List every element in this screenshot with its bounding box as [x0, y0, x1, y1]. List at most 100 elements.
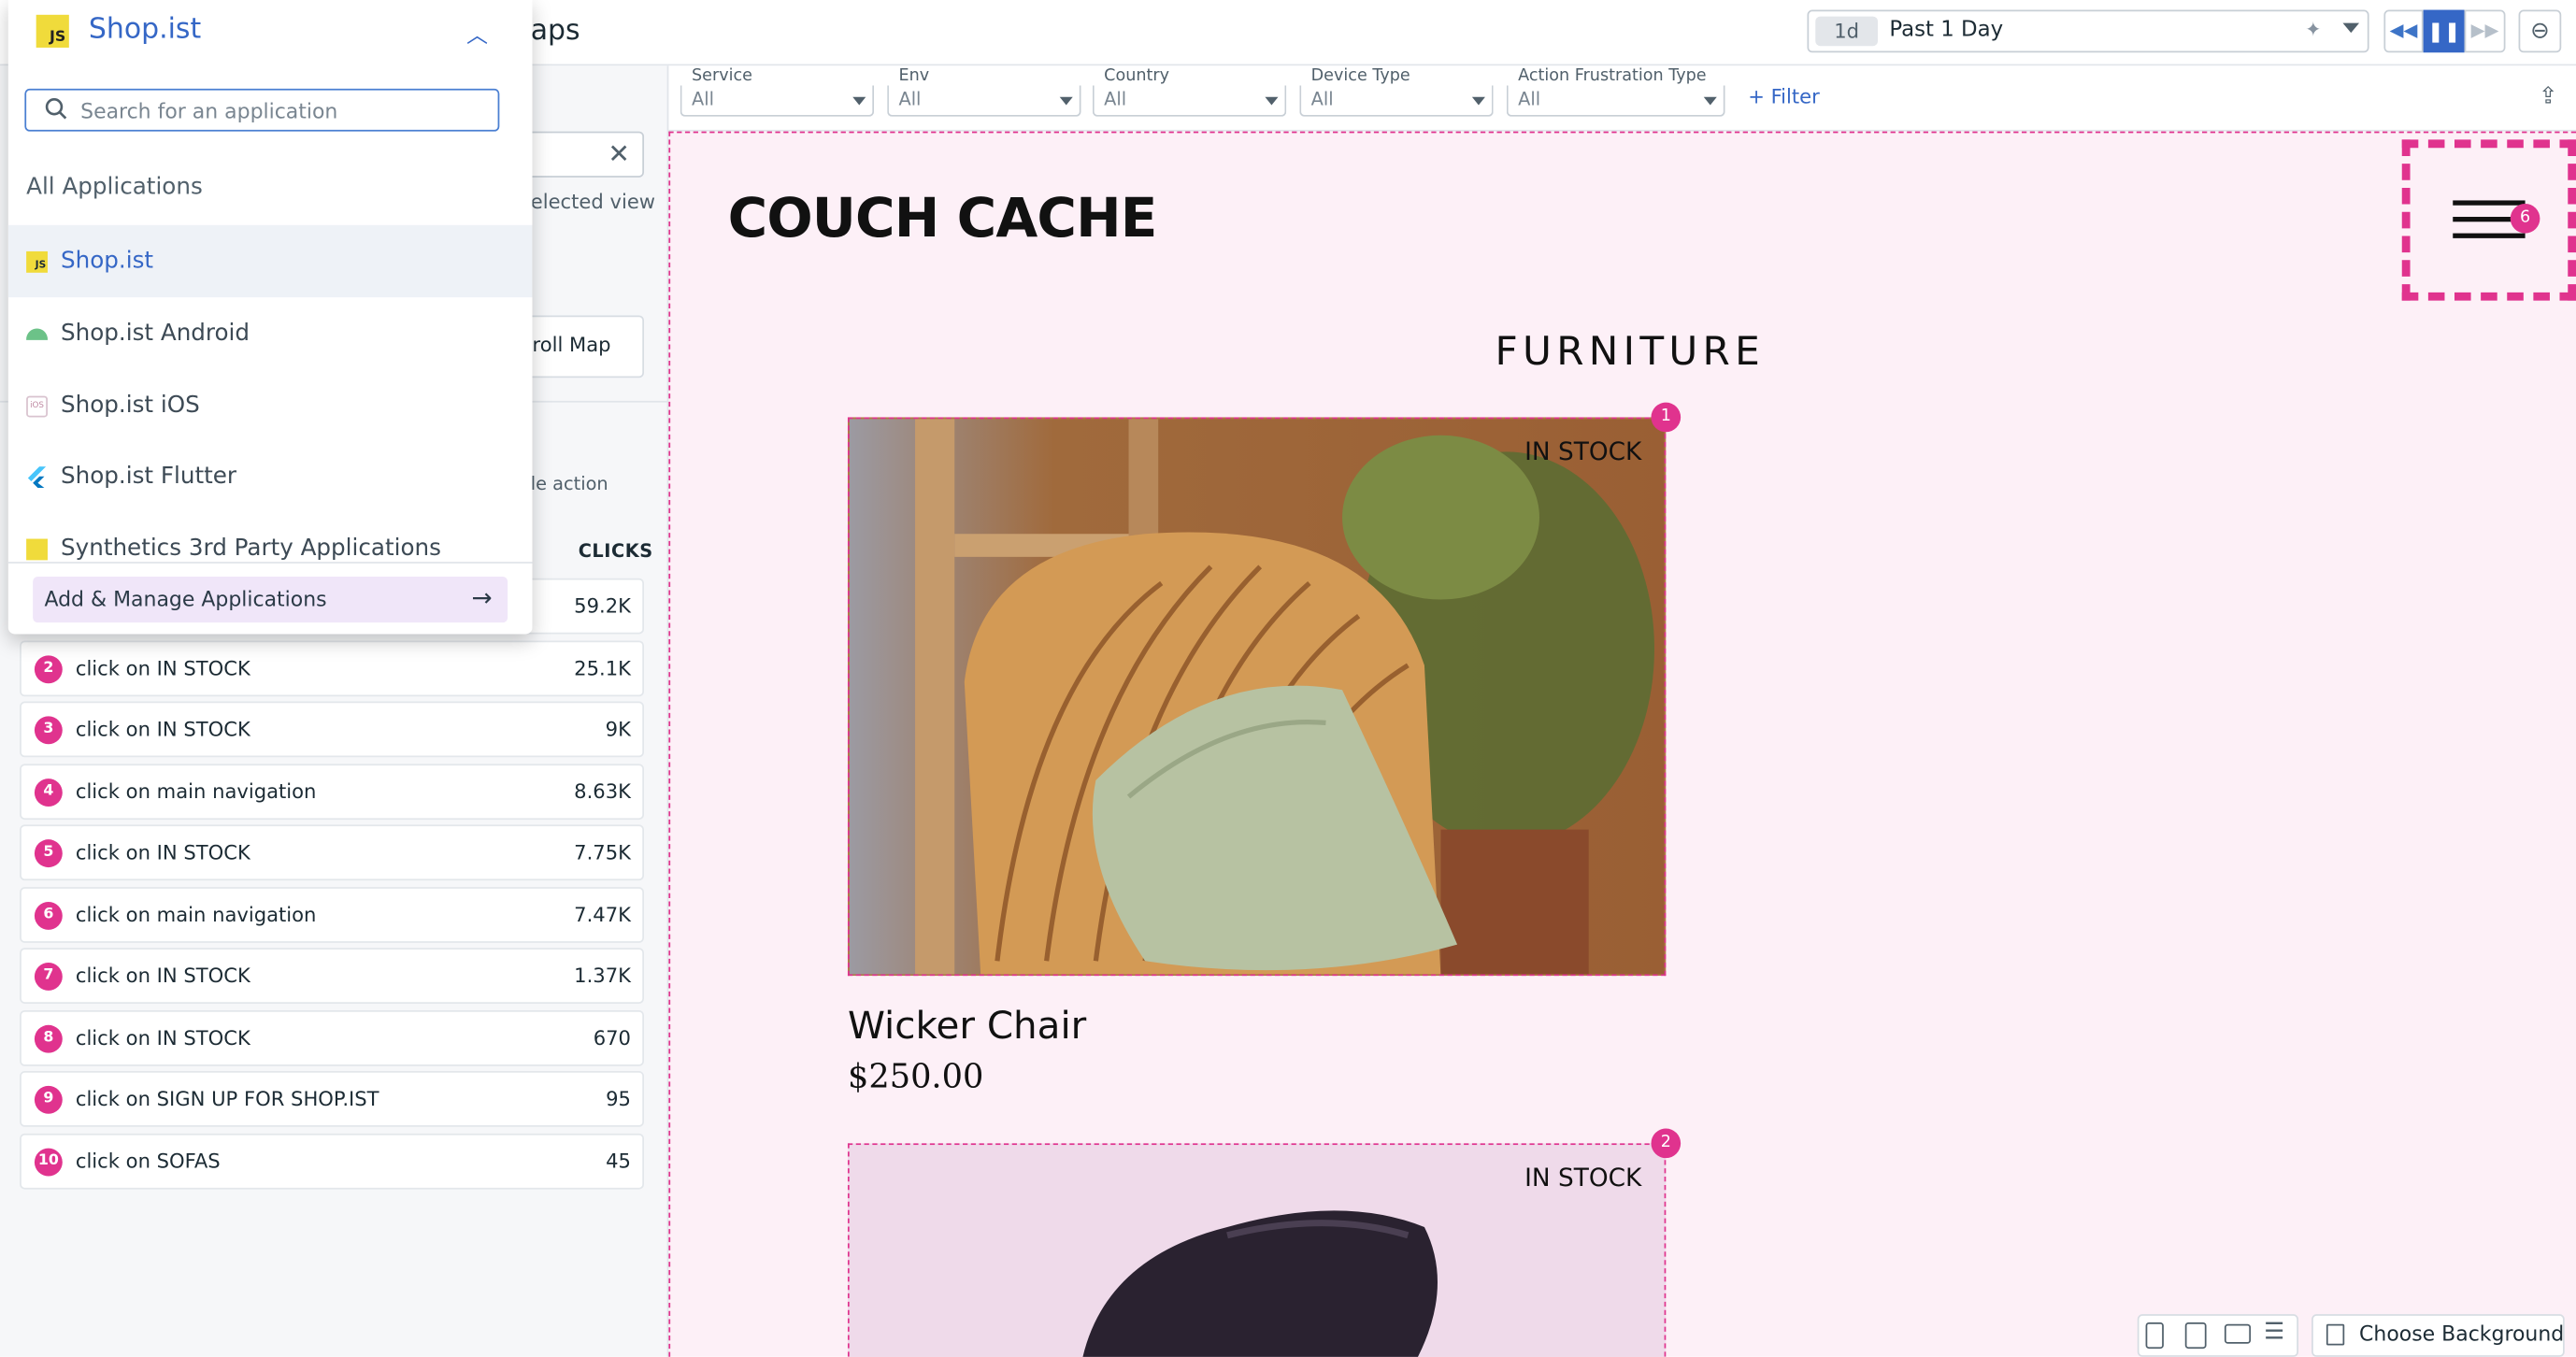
action-label: click on IN STOCK: [75, 1026, 250, 1050]
pause-button[interactable]: ❚❚: [2423, 9, 2465, 53]
rank-badge: 6: [34, 901, 63, 930]
filter-action-frustration-type[interactable]: Action Frustration Type All: [1506, 67, 1725, 117]
table-row[interactable]: 6 click on main navigation 7.47K: [20, 887, 645, 943]
choose-background-label[interactable]: Choose Background: [2359, 1321, 2564, 1345]
table-row[interactable]: 10 click on SOFAS 45: [20, 1133, 645, 1190]
action-label: click on IN STOCK: [75, 657, 250, 680]
chevron-up-icon[interactable]: ︿: [466, 18, 488, 49]
filter-service[interactable]: Service All: [680, 67, 875, 117]
search-icon: [45, 98, 67, 120]
filter-label: Device Type: [1310, 67, 1410, 86]
table-row[interactable]: 3 click on IN STOCK 9K: [20, 701, 645, 758]
scroll-map-label[interactable]: roll Map: [532, 334, 610, 357]
chevron-down-icon: [1703, 96, 1717, 106]
click-count: 8.63K: [574, 779, 631, 804]
heatmap-badge[interactable]: 2: [1651, 1128, 1682, 1159]
stock-label[interactable]: IN STOCK: [1524, 1163, 1641, 1193]
app-item-shop-ist-flutter[interactable]: Shop.ist Flutter: [8, 440, 533, 512]
add-filter-button[interactable]: + Filter: [1748, 82, 1820, 112]
table-row[interactable]: 9 click on SIGN UP FOR SHOP.IST 95: [20, 1071, 645, 1127]
table-row[interactable]: 8 click on IN STOCK 670: [20, 1009, 645, 1066]
app-item-label: Synthetics 3rd Party Applications: [61, 536, 441, 563]
click-count: 670: [593, 1026, 631, 1050]
filter-value: All: [898, 88, 922, 110]
mobile-device-icon[interactable]: [2145, 1321, 2164, 1350]
filter-value: All: [691, 88, 714, 110]
selected-app-title[interactable]: Shop.ist: [89, 13, 201, 46]
app-search-input[interactable]: [80, 94, 492, 125]
app-item-label: Shop.ist iOS: [61, 393, 200, 420]
action-label: click on IN STOCK: [75, 840, 250, 864]
action-hint-text: le action: [530, 473, 608, 495]
product-image[interactable]: [847, 417, 1667, 977]
filter-device-type[interactable]: Device Type All: [1299, 67, 1494, 117]
clicks-column-header: CLICKS: [578, 540, 653, 563]
table-row[interactable]: 5 click on IN STOCK 7.75K: [20, 824, 645, 881]
settings-sliders-icon[interactable]: ☰: [2264, 1319, 2284, 1345]
all-applications-item[interactable]: All Applications: [26, 174, 203, 200]
rank-badge: 4: [34, 778, 63, 807]
rank-badge: 10: [34, 1148, 63, 1177]
filter-env[interactable]: Env All: [887, 67, 1081, 117]
action-label: click on main navigation: [75, 779, 317, 804]
action-label: click on IN STOCK: [75, 964, 250, 988]
app-item-shop-ist-ios[interactable]: iOS Shop.ist iOS: [8, 369, 533, 441]
click-count: 95: [606, 1087, 631, 1111]
rank-badge: 5: [34, 839, 63, 868]
table-row[interactable]: 7 click on IN STOCK 1.37K: [20, 948, 645, 1004]
heatmap-badge[interactable]: 6: [2510, 203, 2540, 234]
click-count: 59.2K: [574, 594, 631, 618]
click-count: 7.47K: [574, 903, 631, 927]
app-item-synthetics[interactable]: Synthetics 3rd Party Applications: [8, 512, 533, 562]
share-icon[interactable]: ⇪: [2533, 82, 2563, 112]
filter-label: Action Frustration Type: [1518, 67, 1707, 86]
rank-badge: 2: [34, 655, 63, 684]
flutter-icon: [27, 466, 47, 489]
site-title: COUCH CACHE: [727, 185, 1158, 250]
click-count: 9K: [605, 718, 631, 741]
js-logo-icon: JS: [36, 14, 69, 48]
table-row[interactable]: 2 click on IN STOCK 25.1K: [20, 640, 645, 697]
click-count: 45: [606, 1150, 631, 1173]
manage-applications-label[interactable]: Add & Manage Applications: [44, 586, 326, 610]
rank-badge: 3: [34, 716, 63, 745]
filter-label: Service: [691, 67, 752, 86]
tablet-device-icon[interactable]: [2184, 1321, 2207, 1350]
click-count: 25.1K: [574, 657, 631, 680]
heatmap-badge[interactable]: 1: [1651, 402, 1682, 433]
filter-value: All: [1518, 88, 1541, 110]
app-item-label: Shop.ist Android: [61, 320, 250, 347]
action-label: click on main navigation: [75, 903, 317, 927]
table-row[interactable]: 4 click on main navigation 8.63K: [20, 764, 645, 821]
app-item-shop-ist[interactable]: JS Shop.ist: [7, 224, 533, 298]
js-icon: [26, 538, 48, 561]
chevron-down-icon: [1471, 96, 1485, 106]
page-title: aps: [530, 14, 580, 48]
rank-badge: 9: [34, 1085, 63, 1114]
arrow-right-icon[interactable]: →: [471, 583, 492, 613]
desktop-device-icon[interactable]: [2224, 1323, 2252, 1344]
close-icon[interactable]: ✕: [608, 139, 630, 169]
filter-country[interactable]: Country All: [1092, 67, 1287, 117]
wicker-chair-image: [849, 419, 1665, 975]
category-title: FURNITURE: [1495, 328, 1766, 375]
stock-label[interactable]: IN STOCK: [1524, 437, 1641, 467]
time-range-chip[interactable]: 1d: [1815, 16, 1879, 47]
rewind-button[interactable]: ◀◀: [2383, 9, 2424, 53]
time-range-label[interactable]: Past 1 Day: [1889, 17, 2003, 47]
fast-forward-button[interactable]: ▶▶: [2464, 9, 2506, 53]
chevron-down-icon: [852, 96, 866, 106]
chevron-down-icon: [1265, 96, 1279, 106]
zoom-out-button[interactable]: ⊖: [2518, 9, 2562, 53]
pin-icon[interactable]: ✦: [2305, 18, 2328, 41]
filter-value: All: [1104, 88, 1127, 110]
app-item-shop-ist-android[interactable]: Shop.ist Android: [8, 297, 533, 369]
action-label: click on SOFAS: [75, 1150, 221, 1173]
chevron-down-icon[interactable]: [2342, 22, 2360, 34]
filter-label: Env: [898, 67, 930, 86]
action-label: click on IN STOCK: [75, 718, 250, 741]
action-label: click on SIGN UP FOR SHOP.IST: [75, 1087, 379, 1111]
android-icon: [26, 328, 48, 340]
product-name[interactable]: Wicker Chair: [848, 1006, 1086, 1049]
selected-view-text: elected view: [530, 190, 656, 214]
